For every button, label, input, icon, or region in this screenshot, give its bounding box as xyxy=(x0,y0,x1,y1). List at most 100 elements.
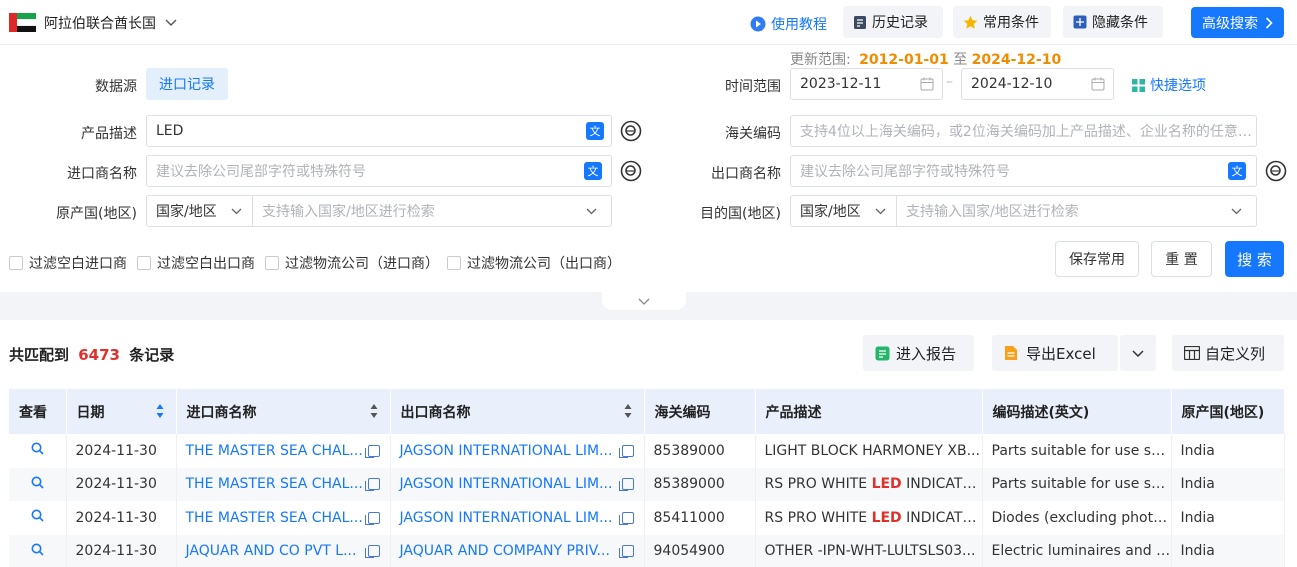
hs-code-placeholder: 支持4位以上海关编码，或2位海关编码加上产品描述、企业名称的任意信... xyxy=(800,124,1256,140)
product-input[interactable]: LED xyxy=(146,115,612,147)
collapse-toggle[interactable] xyxy=(602,292,686,310)
col-header-exporter[interactable]: 出口商名称 xyxy=(390,389,645,434)
magnifier-icon[interactable] xyxy=(31,543,44,556)
origin-country-input[interactable]: 支持输入国家/地区进行检索 xyxy=(253,196,611,226)
exporter-link[interactable]: JAGSON INTERNATIONAL LIM... xyxy=(400,476,613,492)
exporter-link[interactable]: JAGSON INTERNATIONAL LIM... xyxy=(400,510,613,526)
hs-code-cell: 85389000 xyxy=(644,434,756,468)
translate-icon[interactable]: 文 xyxy=(586,122,604,140)
chevron-down-icon xyxy=(875,208,886,214)
sort-icon[interactable] xyxy=(156,403,164,419)
view-cell[interactable] xyxy=(9,534,67,567)
date-to-input[interactable]: 2024-12-10 xyxy=(961,68,1114,100)
dest-field: 国家/地区 支持输入国家/地区进行检索 xyxy=(790,195,1257,227)
exporter-cell: JAGSON INTERNATIONAL LIM... xyxy=(390,434,645,468)
exporter-link[interactable]: JAQUAR AND COMPANY PRIV... xyxy=(400,543,610,559)
quick-options-link[interactable]: 快捷选项 xyxy=(1132,75,1206,95)
reset-button[interactable]: 重 置 xyxy=(1151,241,1212,277)
tutorial-link[interactable]: 使用教程 xyxy=(750,14,827,34)
importer-cell: THE MASTER SEA CHAL... xyxy=(176,501,391,535)
hidden-conditions-button[interactable]: 隐藏条件 xyxy=(1063,6,1163,38)
source-label: 数据源 xyxy=(95,79,137,95)
importer-label: 进口商名称 xyxy=(67,166,137,182)
view-cell[interactable] xyxy=(9,467,67,501)
common-conditions-button[interactable]: 常用条件 xyxy=(953,6,1051,38)
importer-link[interactable]: THE MASTER SEA CHAL... xyxy=(186,510,363,526)
product-text: RS PRO WHITE xyxy=(764,509,872,526)
search-icon[interactable] xyxy=(620,160,642,182)
copy-icon[interactable] xyxy=(364,511,380,525)
sort-icon[interactable] xyxy=(624,403,632,419)
copy-icon[interactable] xyxy=(364,478,380,492)
hs-code-input[interactable]: 支持4位以上海关编码，或2位海关编码加上产品描述、企业名称的任意信... xyxy=(790,115,1257,147)
history-button[interactable]: 历史记录 xyxy=(843,6,943,38)
source-import-tab[interactable]: 进口记录 xyxy=(146,68,228,100)
view-cell[interactable] xyxy=(9,501,67,535)
export-excel-label: 导出Excel xyxy=(1026,344,1096,363)
uae-flag-icon xyxy=(9,13,36,32)
translate-icon[interactable]: 文 xyxy=(584,162,602,180)
filter-logistics-importer-checkbox[interactable]: 过滤物流公司（进口商） xyxy=(265,253,439,273)
copy-icon[interactable] xyxy=(618,511,634,525)
origin-label: 原产国(地区) xyxy=(56,206,137,222)
exporter-cell: JAGSON INTERNATIONAL LIM... xyxy=(390,467,645,501)
date-separator: – xyxy=(946,74,953,90)
custom-columns-button[interactable]: 自定义列 xyxy=(1172,335,1284,371)
magnifier-icon[interactable] xyxy=(31,442,44,455)
checkbox-box xyxy=(447,256,461,270)
filter-blank-exporter-checkbox[interactable]: 过滤空白出口商 xyxy=(137,253,255,273)
importer-input[interactable]: 建议去除公司尾部字符或特殊符号 xyxy=(146,155,612,187)
tutorial-label: 使用教程 xyxy=(771,17,827,33)
product-cell: LIGHT BLOCK HARMONEY XB... xyxy=(755,434,983,468)
exporter-link[interactable]: JAGSON INTERNATIONAL LIM... xyxy=(400,443,613,459)
hidden-conditions-label: 隐藏条件 xyxy=(1092,15,1148,31)
report-button[interactable]: 进入报告 xyxy=(863,335,974,371)
chevron-down-icon xyxy=(231,208,242,214)
filter-blank-importer-checkbox[interactable]: 过滤空白进口商 xyxy=(9,253,127,273)
code-desc-cell: Parts suitable for use sol... xyxy=(982,467,1172,501)
copy-icon[interactable] xyxy=(618,545,634,559)
importer-cell: THE MASTER SEA CHAL... xyxy=(176,434,391,468)
search-icon[interactable] xyxy=(620,120,642,142)
copy-icon[interactable] xyxy=(364,444,380,458)
save-common-button[interactable]: 保存常用 xyxy=(1055,241,1139,277)
dest-type-select[interactable]: 国家/地区 xyxy=(791,196,897,226)
search-button[interactable]: 搜 索 xyxy=(1225,241,1284,277)
copy-icon[interactable] xyxy=(618,478,634,492)
col-header-view: 查看 xyxy=(9,389,67,434)
origin-cell: India xyxy=(1171,501,1285,535)
update-range: 更新范围: 2012-01-01 至 2024-12-10 xyxy=(790,49,1061,69)
dest-country-input[interactable]: 支持输入国家/地区进行检索 xyxy=(897,196,1256,226)
search-icon[interactable] xyxy=(1265,160,1287,182)
table-row: 2024-11-30 THE MASTER SEA CHAL... JAGSON I… xyxy=(9,434,1285,468)
advanced-search-button[interactable]: 高级搜索 xyxy=(1191,7,1284,38)
importer-link[interactable]: THE MASTER SEA CHAL... xyxy=(186,476,363,492)
chevron-down-icon xyxy=(1231,208,1242,214)
date-from-input[interactable]: 2023-12-11 xyxy=(790,68,943,100)
magnifier-icon[interactable] xyxy=(31,476,44,489)
view-cell[interactable] xyxy=(9,434,67,468)
results-table: 查看 日期 进口商名称 出口商名称 海关编码 产品描述 编码描述(英文) 原产国… xyxy=(9,389,1285,567)
magnifier-icon[interactable] xyxy=(31,509,44,522)
importer-cell: THE MASTER SEA CHAL... xyxy=(176,467,391,501)
copy-icon[interactable] xyxy=(364,545,380,559)
origin-type-select[interactable]: 国家/地区 xyxy=(147,196,253,226)
exporter-cell: JAGSON INTERNATIONAL LIM... xyxy=(390,501,645,535)
copy-icon[interactable] xyxy=(618,444,634,458)
product-text-rest: INDICATO... xyxy=(901,476,982,493)
sort-icon[interactable] xyxy=(370,403,378,419)
importer-link[interactable]: THE MASTER SEA CHAL... xyxy=(186,443,363,459)
translate-icon[interactable]: 文 xyxy=(1228,162,1246,180)
hs-code-cell: 94054900 xyxy=(644,534,756,567)
country-selector[interactable]: 阿拉伯联合酋长国 xyxy=(44,13,177,33)
export-excel-button[interactable]: 导出Excel xyxy=(992,335,1118,371)
export-dropdown-button[interactable] xyxy=(1120,335,1156,371)
exporter-input[interactable]: 建议去除公司尾部字符或特殊符号 xyxy=(790,155,1257,187)
filter-logistics-exporter-checkbox[interactable]: 过滤物流公司（出口商） xyxy=(447,253,621,273)
col-header-date[interactable]: 日期 xyxy=(66,389,177,434)
time-range-label: 时间范围 xyxy=(725,79,781,95)
col-header-importer[interactable]: 进口商名称 xyxy=(176,389,391,434)
hs-code-label: 海关编码 xyxy=(725,126,781,142)
importer-link[interactable]: JAQUAR AND CO PVT L... xyxy=(186,543,357,559)
excel-file-icon xyxy=(1005,346,1017,360)
